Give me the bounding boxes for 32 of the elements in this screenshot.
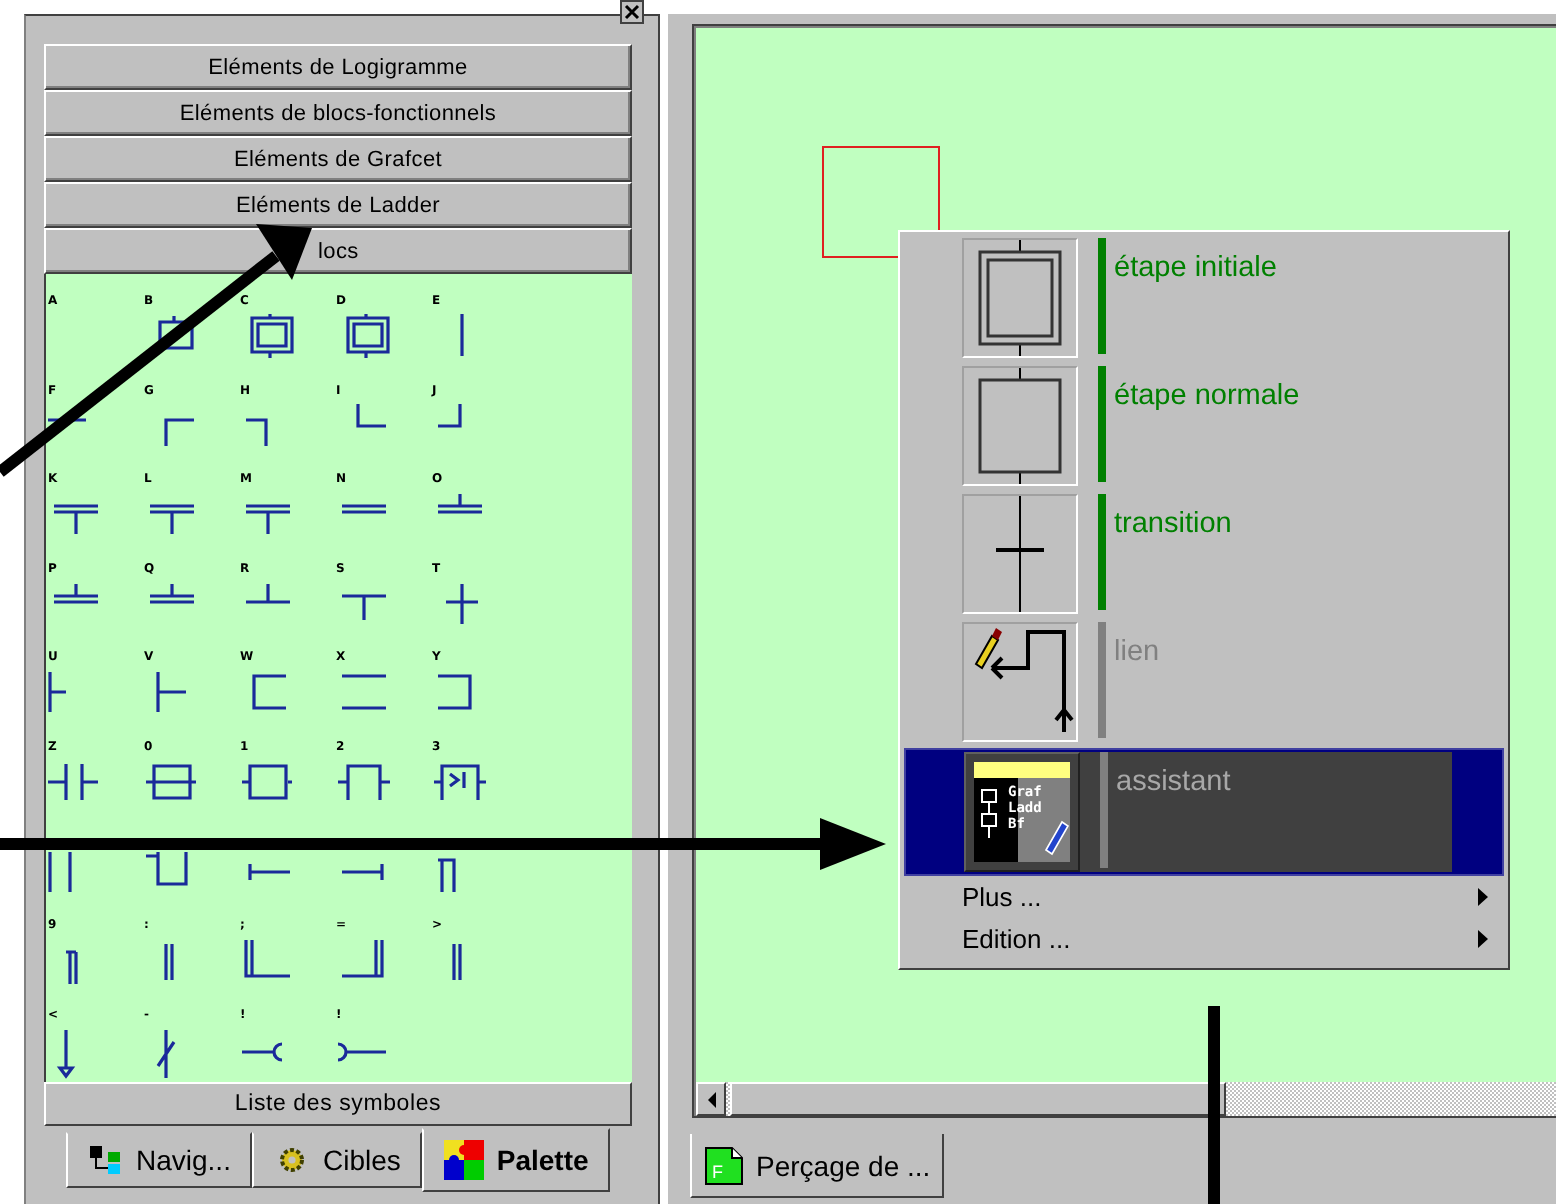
scroll-left-button[interactable] (696, 1082, 726, 1116)
transition-icon (962, 494, 1078, 614)
symbol-list-button[interactable]: Liste des symboles (44, 1082, 632, 1126)
initial-step-icon (962, 238, 1078, 358)
document-tab[interactable]: F Perçage de ... (690, 1134, 945, 1198)
menu-item-label: lien (1114, 636, 1160, 668)
menu-item-label: étape normale (1114, 380, 1300, 412)
category-button[interactable]: Eléments de blocs-fonctionnels (44, 90, 632, 136)
scroll-thumb[interactable] (730, 1082, 1226, 1116)
nodes-icon (88, 1144, 124, 1176)
panel-tab[interactable]: Palette (422, 1128, 611, 1192)
submenu-item[interactable]: Plus ... (904, 876, 1504, 918)
document-icon: F (704, 1145, 744, 1185)
panel-tab[interactable]: Navig... (66, 1132, 253, 1188)
puzzle-icon (444, 1140, 485, 1180)
category-button[interactable]: Eléments de Logigramme (44, 44, 632, 90)
category-button[interactable]: locs (44, 228, 632, 274)
category-button[interactable]: Eléments de Ladder (44, 182, 632, 228)
menu-item-label: étape initiale (1114, 252, 1277, 284)
submenu-arrow-icon (1478, 930, 1488, 948)
document-tab-label: Perçage de ... (756, 1149, 931, 1181)
menu-item-label: transition (1114, 508, 1232, 540)
panel-tab[interactable]: Cibles (252, 1132, 423, 1188)
horizontal-scrollbar[interactable] (696, 1082, 1556, 1116)
menu-item-label: assistant (1116, 766, 1231, 798)
category-button[interactable]: Eléments de Grafcet (44, 136, 632, 182)
link-pencil-icon (962, 622, 1078, 742)
close-icon[interactable] (620, 0, 644, 24)
step-icon (962, 366, 1078, 486)
left-arrow-icon (706, 1091, 716, 1107)
submenu-arrow-icon (1478, 888, 1488, 906)
submenu-item[interactable]: Edition ... (904, 918, 1504, 960)
